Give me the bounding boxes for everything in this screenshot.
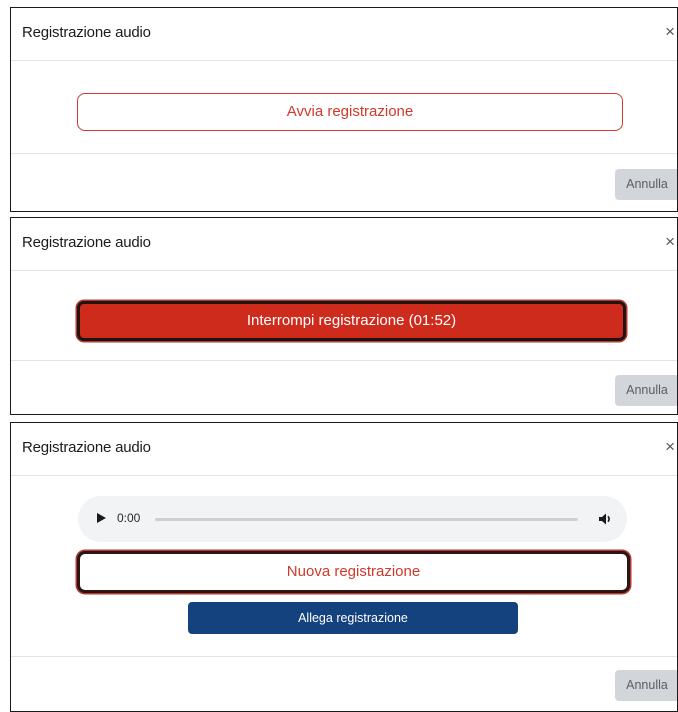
start-recording-button[interactable]: Avvia registrazione	[77, 93, 623, 131]
dialog-idle: Registrazione audio × Avvia registrazion…	[10, 7, 678, 212]
attach-recording-button[interactable]: Allega registrazione	[188, 602, 518, 634]
dialog-title: Registrazione audio	[22, 24, 151, 41]
dialog-header: Registrazione audio ×	[11, 218, 677, 271]
volume-icon[interactable]	[597, 511, 613, 527]
dialog-title: Registrazione audio	[22, 439, 151, 456]
cancel-button[interactable]: Annulla	[615, 375, 677, 406]
close-icon[interactable]: ×	[665, 438, 675, 455]
footer-divider	[11, 360, 677, 361]
close-icon[interactable]: ×	[665, 23, 675, 40]
dialog-recorded: Registrazione audio × 0:00 Nuova registr…	[10, 422, 678, 712]
cancel-button[interactable]: Annulla	[615, 670, 677, 701]
dialog-header: Registrazione audio ×	[11, 423, 677, 476]
footer-divider	[11, 656, 677, 657]
seek-bar[interactable]	[155, 518, 578, 521]
dialog-title: Registrazione audio	[22, 234, 151, 251]
dialog-recording: Registrazione audio × Interrompi registr…	[10, 217, 678, 415]
new-recording-button[interactable]: Nuova registrazione	[77, 551, 630, 593]
cancel-button[interactable]: Annulla	[615, 169, 677, 200]
footer-divider	[11, 153, 677, 154]
play-icon[interactable]	[97, 513, 106, 523]
current-time: 0:00	[117, 511, 141, 525]
dialog-header: Registrazione audio ×	[11, 8, 677, 61]
stop-recording-button[interactable]: Interrompi registrazione (01:52)	[77, 301, 626, 341]
close-icon[interactable]: ×	[665, 233, 675, 250]
audio-player: 0:00	[78, 496, 627, 542]
